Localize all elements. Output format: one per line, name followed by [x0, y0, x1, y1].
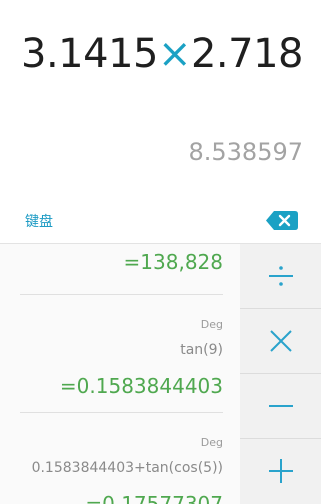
operator-symbol: ×: [157, 31, 192, 77]
result-preview: 8.538597: [188, 138, 303, 166]
history-value: =138,828: [123, 250, 223, 274]
plus-button[interactable]: [240, 439, 321, 503]
history-expression: 0.1583844403+tan(cos(5)): [31, 460, 223, 476]
history-value: =0.17577307: [85, 492, 223, 504]
left-operand: 3.1415: [21, 31, 158, 77]
angle-mode-label: Deg: [200, 318, 223, 331]
minus-icon: [268, 405, 293, 407]
keyboard-bar: 键盘: [0, 203, 321, 239]
history-entry[interactable]: =138,828: [20, 244, 223, 275]
history-panel[interactable]: =138,828 Deg tan(9) =0.1583844403 Deg 0.…: [0, 243, 240, 504]
history-divider: [20, 294, 223, 295]
history-expression: tan(9): [180, 342, 223, 358]
keyboard-toggle[interactable]: 键盘: [25, 211, 53, 231]
plus-icon: [268, 459, 293, 483]
multiply-button[interactable]: [240, 309, 321, 373]
calculator-display: 3.1415×2.718 8.538597: [0, 0, 321, 200]
divide-icon: [268, 266, 293, 286]
history-divider: [20, 412, 223, 413]
expression-input[interactable]: 3.1415×2.718: [21, 30, 304, 78]
angle-mode-label: Deg: [200, 436, 223, 449]
right-operand: 2.718: [190, 31, 304, 77]
history-value: =0.1583844403: [59, 374, 223, 398]
minus-button[interactable]: [240, 374, 321, 438]
multiply-icon: [269, 330, 292, 352]
backspace-icon[interactable]: [266, 211, 298, 230]
history-entry[interactable]: Deg 0.1583844403+tan(cos(5)) =0.17577307: [20, 436, 223, 504]
history-entry[interactable]: Deg tan(9) =0.1583844403: [20, 318, 223, 399]
divide-button[interactable]: [240, 244, 321, 308]
operator-column: [240, 243, 321, 504]
